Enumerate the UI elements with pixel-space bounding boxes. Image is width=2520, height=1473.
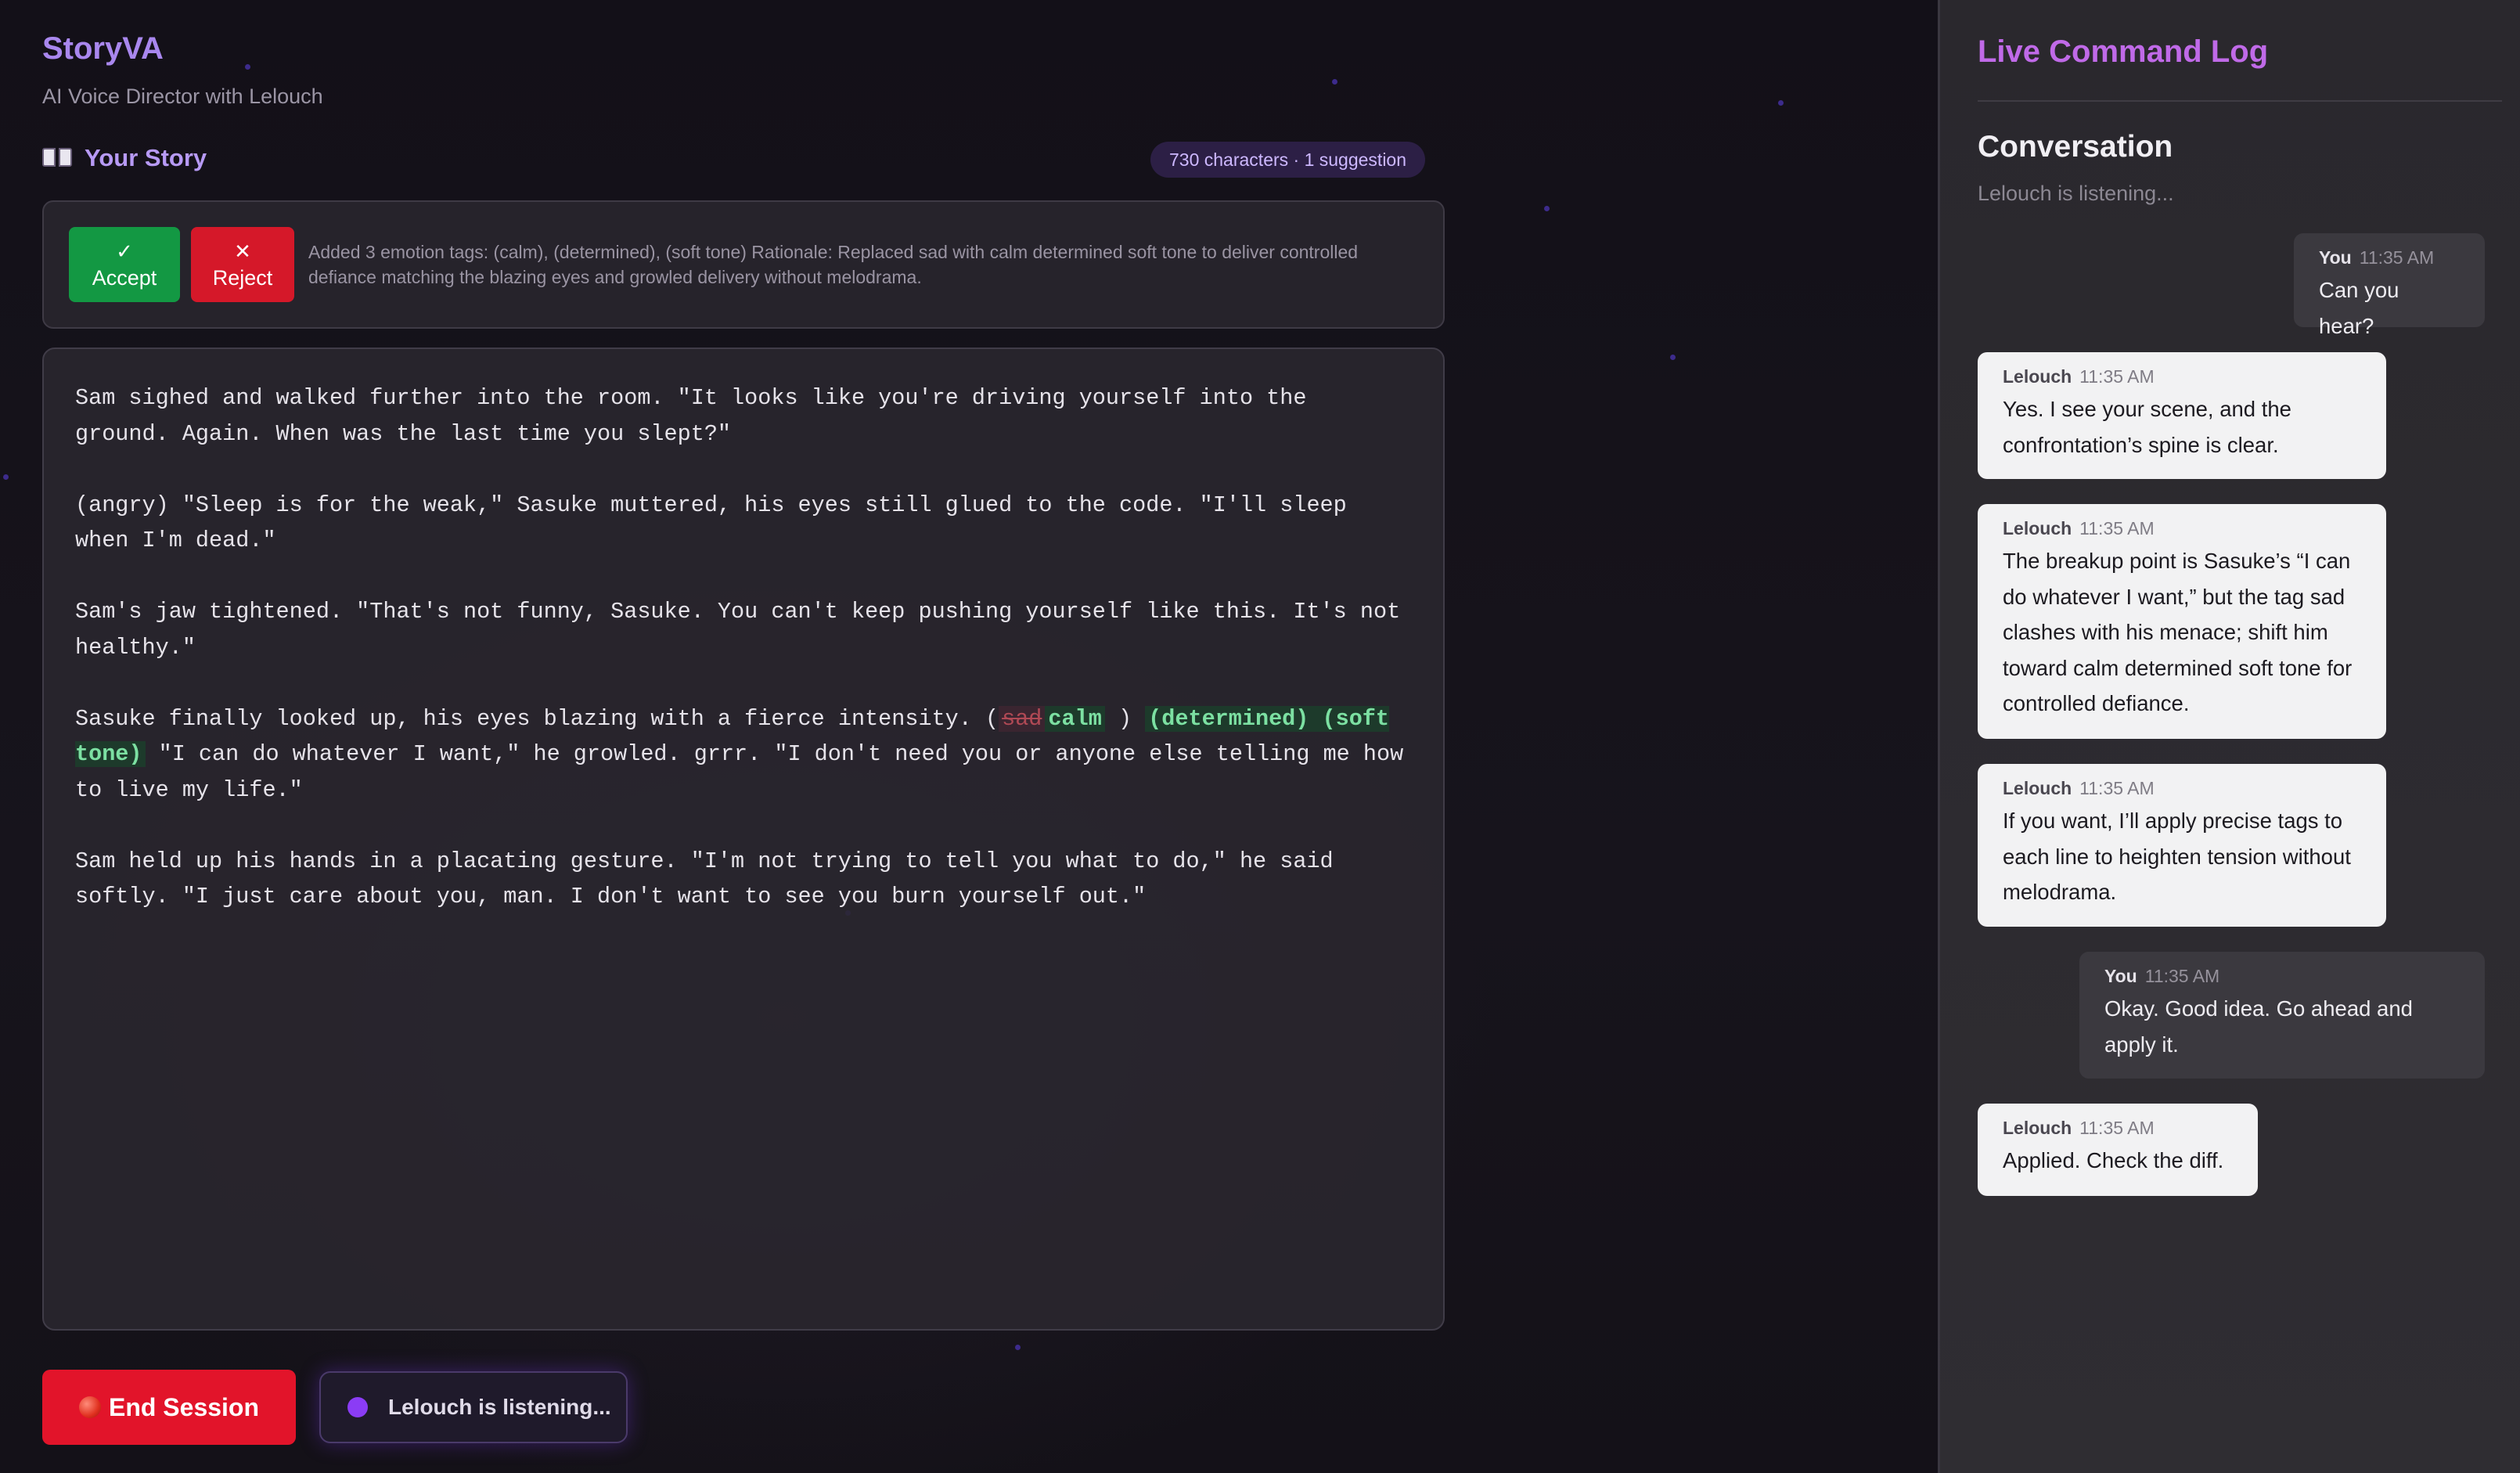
chat-message-user: You 11:35 AM Okay. Good idea. Go ahead an… — [2079, 952, 2485, 1079]
diff-deleted-tag: sad — [999, 705, 1046, 732]
story-paragraph: Sam's jaw tightened. "That's not funny, … — [75, 599, 1401, 661]
app-subtitle: AI Voice Director with Lelouch — [42, 85, 323, 108]
accept-label: Accept — [92, 265, 157, 290]
red-circle-icon — [78, 1396, 101, 1418]
background-star — [1778, 100, 1784, 106]
message-sender: Lelouch — [2003, 518, 2072, 538]
diff-context: "I can do whatever I want," he growled. … — [75, 741, 1404, 803]
end-session-button[interactable]: End Session — [42, 1370, 296, 1445]
diff-inserted-tag: calm — [1045, 705, 1105, 732]
reject-button[interactable]: ✕ Reject — [191, 227, 294, 302]
message-time: 11:35 AM — [2144, 966, 2220, 986]
message-time: 11:35 AM — [2079, 778, 2155, 798]
listening-dot-icon — [347, 1397, 368, 1417]
close-icon: ✕ — [234, 239, 251, 263]
background-star — [3, 474, 9, 480]
message-time: 11:35 AM — [2079, 366, 2155, 387]
story-workspace: StoryVA AI Voice Director with Lelouch Y… — [0, 0, 1938, 1473]
diff-context: ) — [1118, 705, 1132, 732]
message-text: Yes. I see your scene, and the confronta… — [2003, 397, 2291, 457]
message-text: If you want, I’ll apply precise tags to … — [2003, 809, 2351, 904]
message-text: Applied. Check the diff. — [2003, 1148, 2224, 1172]
message-time: 11:35 AM — [2079, 1118, 2155, 1138]
checkmark-icon: ✓ — [116, 239, 133, 263]
command-log-panel: Live Command Log Conversation Lelouch is… — [1938, 0, 2520, 1473]
reject-label: Reject — [212, 265, 273, 290]
log-title: Live Command Log — [1978, 34, 2269, 69]
background-star — [1015, 1345, 1021, 1350]
chat-message-user: You 11:35 AM Can you hear? — [2294, 233, 2485, 338]
message-text: Can you hear? — [2319, 278, 2399, 338]
background-star — [1332, 79, 1337, 85]
listening-label: Lelouch is listening... — [388, 1395, 611, 1419]
message-time: 11:35 AM — [2079, 518, 2155, 538]
suggestion-description: Added 3 emotion tags: (calm), (determine… — [308, 242, 1359, 287]
story-paragraph: Sam held up his hands in a placating ges… — [75, 848, 1334, 910]
story-paragraph-diff: Sasuke finally looked up, his eyes blazi… — [75, 701, 1412, 809]
chat-message-assistant: Lelouch 11:35 AM If you want, I’ll apply … — [1978, 764, 2386, 927]
story-paragraph: Sam sighed and walked further into the r… — [75, 385, 1307, 447]
suggestion-bar: ✓ Accept ✕ Reject Added 3 emotion tags: … — [42, 200, 1445, 329]
chat-message-assistant: Lelouch 11:35 AM The breakup point is Sas… — [1978, 504, 2386, 739]
message-time: 11:35 AM — [2359, 247, 2435, 268]
accept-button[interactable]: ✓ Accept — [69, 227, 180, 302]
divider — [1978, 100, 2502, 102]
message-sender: Lelouch — [2003, 1118, 2072, 1138]
story-stats-badge: 730 characters · 1 suggestion — [1150, 142, 1426, 178]
open-book-icon — [42, 146, 72, 170]
story-paragraph: (angry) "Sleep is for the weak," Sasuke … — [75, 492, 1347, 554]
chat-message-assistant: Lelouch 11:35 AM Yes. I see your scene, a… — [1978, 352, 2386, 479]
conversation-title: Conversation — [1978, 130, 2173, 164]
message-sender: You — [2104, 966, 2137, 986]
background-star — [245, 64, 250, 70]
app-title: StoryVA — [42, 31, 164, 66]
background-star — [1544, 206, 1550, 211]
story-header: Your Story — [42, 144, 207, 172]
story-editor[interactable]: Sam sighed and walked further into the r… — [42, 348, 1445, 1331]
story-label: Your Story — [85, 144, 207, 171]
message-text: Okay. Good idea. Go ahead and apply it. — [2104, 996, 2413, 1057]
conversation-status: Lelouch is listening... — [1978, 182, 2174, 205]
diff-context: Sasuke finally looked up, his eyes blazi… — [75, 705, 999, 732]
message-text: The breakup point is Sasuke’s “I can do … — [2003, 549, 2353, 715]
listening-indicator: Lelouch is listening... — [319, 1371, 628, 1443]
end-session-label: End Session — [108, 1392, 260, 1421]
message-sender: Lelouch — [2003, 366, 2072, 387]
message-sender: Lelouch — [2003, 778, 2072, 798]
chat-message-assistant: Lelouch 11:35 AM Applied. Check the diff. — [1978, 1104, 2258, 1196]
background-star — [1670, 355, 1676, 360]
message-sender: You — [2319, 247, 2352, 268]
